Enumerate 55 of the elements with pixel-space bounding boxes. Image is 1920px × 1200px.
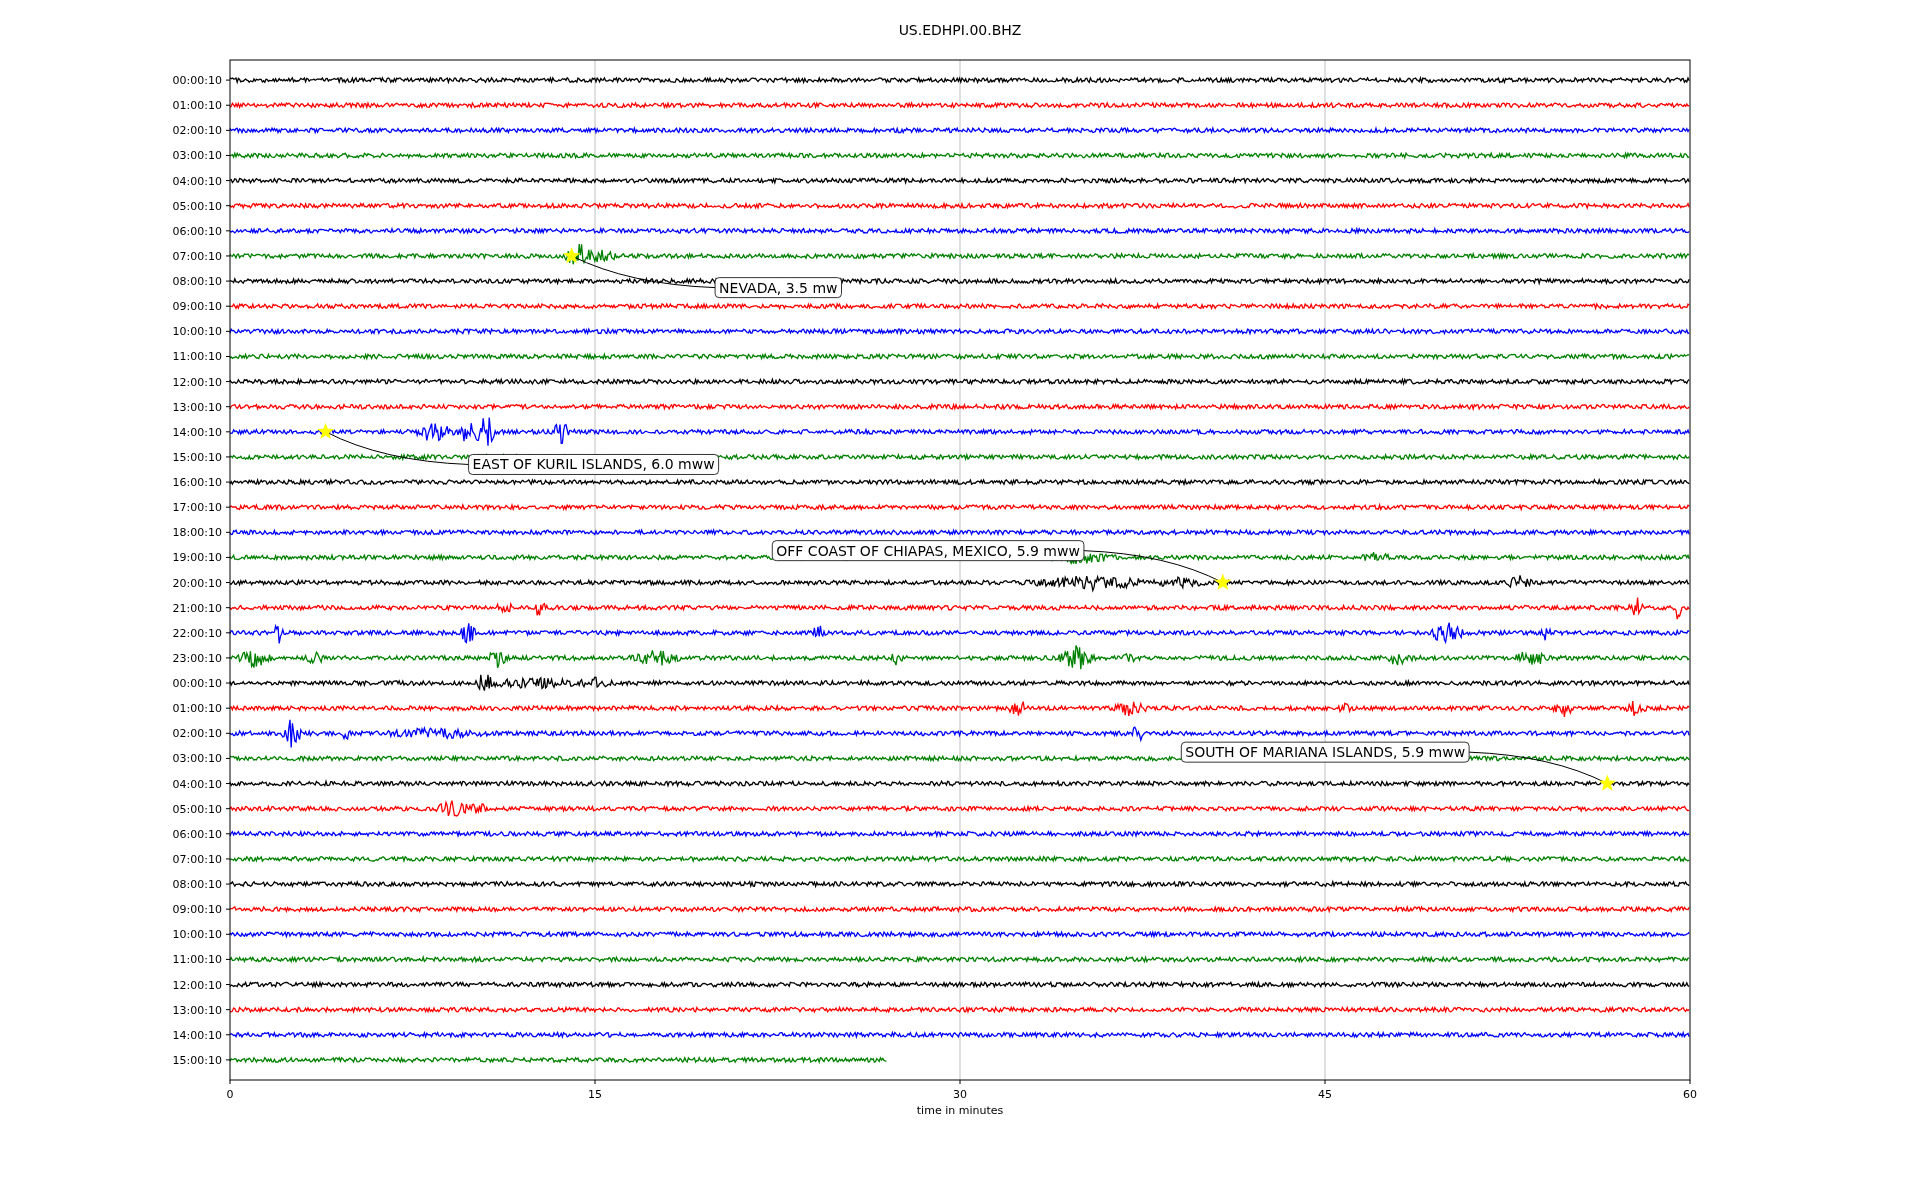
row-time-label: 14:00:10 xyxy=(172,425,222,439)
event-label: EAST OF KURIL ISLANDS, 6.0 mww xyxy=(468,454,719,475)
chart-title: US.EDHPI.00.BHZ xyxy=(898,22,1022,38)
event-label: SOUTH OF MARIANA ISLANDS, 5.9 mww xyxy=(1180,741,1470,763)
row-time-label: 10:00:10 xyxy=(172,325,222,339)
row-time-label: 10:00:10 xyxy=(172,928,222,942)
row-time-label: 16:00:10 xyxy=(172,476,222,490)
row-time-label: 03:00:10 xyxy=(172,149,222,163)
row-time-label: 04:00:10 xyxy=(172,174,222,188)
row-time-label: 12:00:10 xyxy=(172,978,222,992)
row-time-label: 00:00:10 xyxy=(172,677,222,691)
row-time-label: 15:00:10 xyxy=(172,450,222,464)
row-time-label: 01:00:10 xyxy=(172,99,222,113)
row-time-label: 04:00:10 xyxy=(172,777,222,791)
row-time-label: 02:00:10 xyxy=(172,727,222,741)
event-label: NEVADA, 3.5 mw xyxy=(714,277,842,298)
row-time-label: 11:00:10 xyxy=(172,350,222,364)
row-time-label: 06:00:10 xyxy=(172,224,222,238)
row-time-label: 18:00:10 xyxy=(172,526,222,540)
x-tick-label: 15 xyxy=(588,1088,602,1101)
row-time-label: 09:00:10 xyxy=(172,300,222,314)
x-tick-label: 60 xyxy=(1683,1088,1697,1101)
row-time-label: 13:00:10 xyxy=(172,1003,222,1017)
row-time-label: 07:00:10 xyxy=(172,249,222,263)
star-icon xyxy=(317,422,335,440)
row-time-label: 00:00:10 xyxy=(172,74,222,88)
star-icon xyxy=(563,247,581,264)
row-time-label: 05:00:10 xyxy=(172,199,222,213)
star-icon xyxy=(1214,573,1232,590)
x-tick-label: 0 xyxy=(226,1088,234,1101)
row-time-label: 19:00:10 xyxy=(172,551,222,565)
row-time-label: 05:00:10 xyxy=(172,802,222,816)
star-icon xyxy=(1598,774,1616,791)
row-time-label: 21:00:10 xyxy=(172,601,222,615)
row-time-label: 09:00:10 xyxy=(172,903,222,917)
row-time-label: 14:00:10 xyxy=(172,1028,222,1042)
row-time-label: 22:00:10 xyxy=(172,626,222,640)
row-time-label: 11:00:10 xyxy=(172,953,222,967)
row-time-label: 12:00:10 xyxy=(172,375,222,389)
x-tick-label: 45 xyxy=(1318,1088,1332,1101)
row-time-label: 20:00:10 xyxy=(172,576,222,590)
row-time-label: 03:00:10 xyxy=(172,752,222,766)
row-time-label: 15:00:10 xyxy=(172,1053,222,1067)
row-time-label: 06:00:10 xyxy=(172,827,222,841)
row-time-label: 08:00:10 xyxy=(172,878,222,892)
row-time-label: 07:00:10 xyxy=(172,852,222,866)
row-time-label: 01:00:10 xyxy=(172,702,222,716)
row-time-label: 23:00:10 xyxy=(172,651,222,665)
row-time-label: 17:00:10 xyxy=(172,501,222,515)
x-tick-label: 30 xyxy=(953,1088,967,1101)
row-time-label: 02:00:10 xyxy=(172,124,222,138)
axis-label: time in minutes xyxy=(916,1104,1004,1117)
row-time-label: 08:00:10 xyxy=(172,275,222,289)
row-time-label: 13:00:10 xyxy=(172,400,222,414)
event-label: OFF COAST OF CHIAPAS, MEXICO, 5.9 mww xyxy=(771,540,1085,562)
